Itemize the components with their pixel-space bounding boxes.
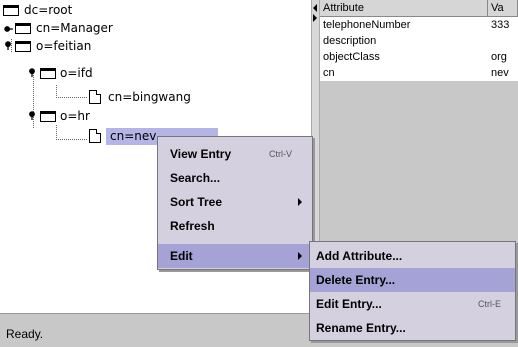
column-header-value[interactable]: Va [488,0,518,17]
table-row[interactable]: objectClass org [320,49,518,65]
tree-connector [56,124,57,140]
edit-submenu: Add Attribute... Delete Entry... Edit En… [309,241,516,341]
value-cell: nev [491,67,509,79]
table-header: Attribute Va [320,0,518,17]
attribute-cell: description [323,35,377,47]
context-menu: View Entry Ctrl-V Search... Sort Tree Re… [157,136,313,270]
shortcut-label: Ctrl-E [478,299,501,309]
folder-icon [15,23,31,34]
document-icon [89,90,101,104]
document-icon [89,129,101,143]
menu-item-sort-tree[interactable]: Sort Tree [158,190,312,214]
menu-item-view-entry[interactable]: View Entry Ctrl-V [158,142,312,166]
tree-node-label: o=ifd [60,66,93,80]
table-row[interactable]: description [320,33,518,49]
tree-node-label: dc=root [24,3,73,17]
submenu-arrow-icon [298,198,302,206]
menu-item-delete-entry[interactable]: Delete Entry... [310,268,515,292]
attribute-cell: telephoneNumber [323,19,411,31]
menu-item-add-attribute[interactable]: Add Attribute... [310,244,515,268]
tree-connector [58,97,88,98]
column-header-attribute[interactable]: Attribute [320,0,488,17]
table-row[interactable]: cn nev [320,65,518,81]
expanded-toggle-icon[interactable] [3,40,13,50]
menu-item-edit[interactable]: Edit [158,244,312,268]
tree-node-label: cn=bingwang [108,90,191,104]
tree-node-label: cn=nev [110,129,157,143]
folder-icon [15,41,31,52]
table-row[interactable]: telephoneNumber 333 [320,17,518,33]
collapse-right-icon[interactable] [313,14,317,22]
collapsed-toggle-icon[interactable] [3,24,13,34]
expanded-toggle-icon[interactable] [27,110,37,120]
folder-icon [40,111,56,122]
shortcut-label: Ctrl-V [269,149,292,159]
collapse-left-icon[interactable] [313,4,317,12]
submenu-arrow-icon [298,252,302,260]
status-text: Ready. [6,327,44,341]
folder-icon [40,68,56,79]
menu-item-search[interactable]: Search... [158,166,312,190]
value-cell: org [491,51,507,63]
tree-connector [56,84,57,98]
menu-item-refresh[interactable]: Refresh [158,214,312,238]
attribute-cell: cn [323,67,335,79]
tree-node-label: o=hr [60,109,90,123]
folder-icon [3,5,19,16]
tree-node-label: o=feitian [36,39,92,53]
attribute-cell: objectClass [323,51,380,63]
menu-item-rename-entry[interactable]: Rename Entry... [310,316,515,340]
value-cell: 333 [491,19,510,31]
menu-item-edit-entry[interactable]: Edit Entry... Ctrl-E [310,292,515,316]
tree-node-label: cn=Manager [36,21,113,35]
expanded-toggle-icon[interactable] [27,67,37,77]
tree-connector [58,139,88,140]
